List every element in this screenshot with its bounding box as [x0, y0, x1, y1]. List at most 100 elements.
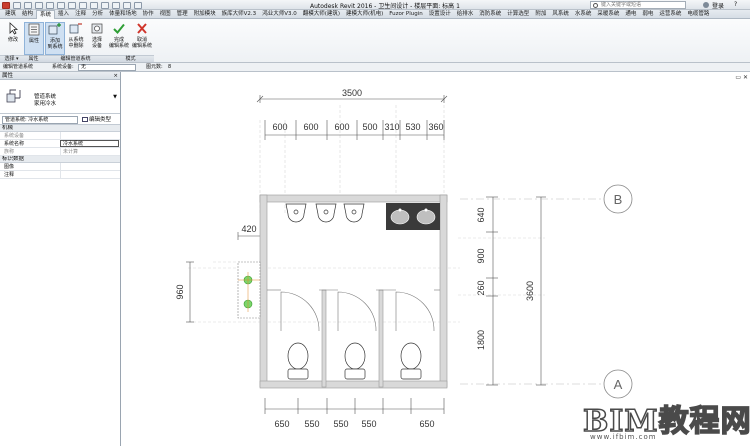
dim-960[interactable]: 960: [175, 284, 185, 299]
ribbon-tab[interactable]: 通电: [622, 10, 639, 19]
ribbon-tab[interactable]: 给排水: [454, 10, 477, 19]
dim-right-2[interactable]: 900: [476, 248, 486, 263]
ribbon-tab[interactable]: 分析: [89, 10, 106, 19]
print-icon[interactable]: [57, 1, 65, 9]
ribbon-tab[interactable]: 计算选型: [504, 10, 532, 19]
modify-button[interactable]: 修改: [3, 22, 23, 55]
app-menu-icon[interactable]: [2, 1, 10, 9]
ribbon-tab[interactable]: 弱电: [639, 10, 656, 19]
measure-icon[interactable]: [68, 1, 76, 9]
ribbon-tab[interactable]: 设置设计: [426, 10, 454, 19]
prop-value[interactable]: [60, 163, 119, 171]
login-link[interactable]: 登录: [712, 1, 724, 10]
dim-top-5[interactable]: 310: [384, 122, 399, 132]
chevron-down-icon: ▼: [113, 94, 117, 100]
title-bar: Autodesk Revit 2016 - 卫生间设计 - 楼层平面: 标高 1…: [0, 0, 750, 10]
3d-view-icon[interactable]: [90, 1, 98, 9]
switch-windows-icon[interactable]: [134, 1, 142, 9]
type-selector[interactable]: 管道系统 家用冷水 ▼: [0, 80, 120, 114]
dim-right-1[interactable]: 640: [476, 207, 486, 222]
close-hidden-icon[interactable]: [123, 1, 131, 9]
system-name-input[interactable]: 冷水系统: [60, 140, 119, 147]
cancel-edit-button[interactable]: 取消 编辑系统: [131, 22, 153, 55]
remove-from-system-label2: 中删除: [68, 43, 84, 49]
dim-total-right[interactable]: 3600: [525, 281, 535, 301]
ribbon-tab[interactable]: 建筑: [2, 10, 19, 19]
ribbon-tab[interactable]: 注释: [72, 10, 89, 19]
ribbon-tab[interactable]: 风系统: [549, 10, 572, 19]
ribbon-tab[interactable]: 翻模大师(建筑): [300, 10, 343, 19]
ribbon-tab[interactable]: 族库大师V2.3: [219, 10, 260, 19]
open-icon[interactable]: [13, 1, 21, 9]
group-mechanical[interactable]: 机械: [0, 125, 120, 132]
ribbon-tab[interactable]: 运营系统: [656, 10, 684, 19]
prop-value[interactable]: [60, 171, 119, 179]
dim-right-3[interactable]: 260: [476, 280, 486, 295]
edit-type-button[interactable]: 编辑类型: [82, 116, 111, 124]
dim-top-2[interactable]: 600: [303, 122, 318, 132]
ribbon-tab[interactable]: 插入: [55, 10, 72, 19]
system-equipment-select[interactable]: 无: [78, 64, 136, 71]
group-select[interactable]: 选择 ▾: [0, 55, 23, 62]
piping-system-icon: [6, 89, 21, 103]
redo-icon[interactable]: [46, 1, 54, 9]
grid-label-b[interactable]: B: [614, 192, 623, 207]
finish-edit-button[interactable]: 完成 编辑系统: [108, 22, 130, 55]
dim-bottom-1[interactable]: 650: [274, 419, 289, 429]
ribbon-tab[interactable]: Fuzor Plugin: [386, 10, 425, 19]
vertical-scrollbar[interactable]: [745, 80, 750, 420]
ribbon-tab[interactable]: 鸿业大师V3.0: [259, 10, 300, 19]
prop-key: 系统设备: [4, 133, 25, 139]
dim-right-4[interactable]: 1800: [476, 330, 486, 350]
ribbon-tab[interactable]: 管理: [174, 10, 191, 19]
save-icon[interactable]: [24, 1, 32, 9]
ribbon-tab[interactable]: 电缆管路: [684, 10, 712, 19]
help-icon[interactable]: ?: [734, 2, 746, 8]
dim-top-3[interactable]: 600: [334, 122, 349, 132]
thin-lines-icon[interactable]: [112, 1, 120, 9]
dim-bottom-4[interactable]: 550: [361, 419, 376, 429]
ribbon-tab[interactable]: 消防系统: [476, 10, 504, 19]
dim-top-6[interactable]: 530: [405, 122, 420, 132]
instance-filter-select[interactable]: 管道系统: 冷水系统: [2, 116, 78, 124]
dim-top-1[interactable]: 600: [272, 122, 287, 132]
properties-button[interactable]: 属性: [24, 22, 44, 55]
search-input[interactable]: 键入关键字或短语: [590, 1, 686, 9]
edit-type-label: 编辑类型: [89, 117, 112, 123]
text-icon[interactable]: [79, 1, 87, 9]
ribbon-tab[interactable]: 附加: [532, 10, 549, 19]
prop-value: 未计算: [60, 148, 119, 156]
dim-total-top[interactable]: 3500: [342, 88, 362, 98]
ribbon-tab[interactable]: 水系统: [572, 10, 595, 19]
ribbon-tab[interactable]: 系统: [36, 9, 56, 19]
ribbon-tab[interactable]: 视图: [157, 10, 174, 19]
dim-bottom-2[interactable]: 550: [304, 419, 319, 429]
group-identity-data[interactable]: 标识数据: [0, 156, 120, 163]
dim-top-7[interactable]: 360: [428, 122, 443, 132]
ribbon-panel: 修改 属性 添加 到系统 从系统 中删除 选择 设备 完成 编辑系统 取消 编辑…: [0, 19, 750, 63]
search-icon: [593, 3, 598, 8]
close-icon[interactable]: ×: [113, 72, 118, 80]
ribbon-tabs: 建筑 结构 系统 插入 注释 分析 体量和场地 协作 视图 管理 附加模块 族库大师V2.3 鸿业大师V…: [0, 9, 750, 19]
grid-label-a[interactable]: A: [614, 377, 623, 392]
section-icon[interactable]: [101, 1, 109, 9]
remove-from-system-button[interactable]: 从系统 中删除: [66, 22, 86, 55]
add-to-system-button[interactable]: 添加 到系统: [45, 22, 65, 55]
ribbon-tab[interactable]: 体量和场地: [106, 10, 140, 19]
properties-panel: 属性 × 管道系统 家用冷水 ▼ 管道系统: 冷水系统 编辑类型 机械 系统设备…: [0, 72, 121, 446]
ribbon-tab[interactable]: 采暖系统: [594, 10, 622, 19]
select-equipment-button[interactable]: 选择 设备: [87, 22, 107, 55]
dim-top-4[interactable]: 500: [362, 122, 377, 132]
undo-icon[interactable]: [35, 1, 43, 9]
ribbon-tab[interactable]: 建模大师(机电): [343, 10, 386, 19]
prop-row: 图像: [0, 163, 120, 171]
drawing-view[interactable]: ▭ ✕ 3500 600 600 600 500 310 530 360 420…: [121, 72, 750, 446]
dim-bottom-3[interactable]: 550: [333, 419, 348, 429]
dim-bottom-5[interactable]: 650: [419, 419, 434, 429]
user-icon[interactable]: [703, 2, 709, 8]
ribbon-tab[interactable]: 协作: [140, 10, 157, 19]
properties-header: 属性 ×: [0, 72, 120, 80]
dim-420[interactable]: 420: [241, 224, 256, 234]
ribbon-tab[interactable]: 结构: [19, 10, 36, 19]
ribbon-tab[interactable]: 附加模块: [191, 10, 219, 19]
